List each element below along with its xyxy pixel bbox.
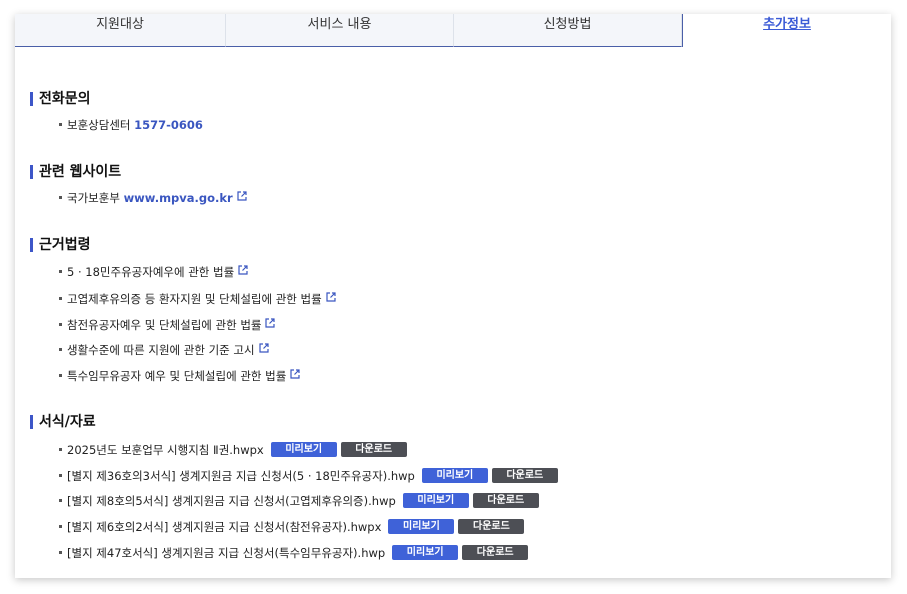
tab-service-content[interactable]: 서비스 내용 — [226, 14, 454, 47]
website-link[interactable]: www.mpva.go.kr — [124, 191, 233, 205]
section-title-forms: 서식/자료 — [30, 413, 96, 431]
external-link-icon[interactable] — [326, 289, 336, 307]
download-button[interactable]: 다운로드 — [472, 493, 539, 508]
bullet — [59, 499, 62, 502]
preview-button[interactable]: 미리보기 — [402, 493, 469, 508]
law-link[interactable]: 5 · 18민주유공자예우에 관한 법률 — [67, 265, 234, 279]
list-item-law[interactable]: 참전유공자예우 및 단체설립에 관한 법률 — [59, 315, 276, 334]
preview-button[interactable]: 미리보기 — [421, 468, 488, 483]
bullet — [59, 374, 62, 377]
list-item-form: [별지 제47호서식] 생계지원금 지급 신청서(특수임무유공자).hwp 미리보… — [59, 544, 529, 562]
external-link-icon[interactable] — [265, 315, 276, 333]
law-link[interactable]: 참전유공자예우 및 단체설립에 관한 법률 — [67, 318, 261, 332]
list-item-phone: 보훈상담센터 1577-0606 — [59, 116, 203, 134]
preview-button[interactable]: 미리보기 — [392, 545, 459, 560]
form-filename: [별지 제36호의3서식] 생계지원금 지급 신청서(5 · 18민주유공자).… — [67, 469, 415, 483]
law-link[interactable]: 고엽제후유의증 등 환자지원 및 단체설립에 관한 법률 — [67, 292, 322, 306]
list-item-form: 2025년도 보훈업무 시행지침 Ⅱ권.hwpx 미리보기 다운로드 — [59, 441, 407, 459]
law-link[interactable]: 특수임무유공자 예우 및 단체설립에 관한 법률 — [67, 369, 286, 383]
bullet — [59, 270, 62, 273]
list-item-form: [별지 제6호의2서식] 생계지원금 지급 신청서(참전유공자).hwpx 미리보… — [59, 518, 525, 536]
form-filename: [별지 제8호의5서식] 생계지원금 지급 신청서(고엽제후유의증).hwp — [67, 494, 396, 508]
law-link[interactable]: 생활수준에 따른 지원에 관한 기준 고시 — [67, 343, 255, 357]
external-link-icon[interactable] — [237, 188, 247, 206]
bullet — [59, 297, 62, 300]
additional-info-panel: 지원대상 서비스 내용 신청방법 추가정보 전화문의 보훈상담센터 1577-0… — [15, 14, 891, 578]
list-item-law[interactable]: 고엽제후유의증 등 환자지원 및 단체설립에 관한 법률 — [59, 290, 336, 308]
item-label: 보훈상담센터 — [67, 118, 131, 132]
download-button[interactable]: 다운로드 — [458, 519, 525, 534]
bullet — [59, 123, 62, 126]
phone-number[interactable]: 1577-0606 — [134, 118, 203, 132]
tab-eligibility[interactable]: 지원대상 — [15, 14, 226, 47]
bullet — [59, 551, 62, 554]
preview-button[interactable]: 미리보기 — [388, 519, 455, 534]
bullet — [59, 525, 62, 528]
section-title-laws: 근거법령 — [30, 236, 91, 254]
form-filename: [별지 제6호의2서식] 생계지원금 지급 신청서(참전유공자).hwpx — [67, 520, 382, 534]
tab-additional-info[interactable]: 추가정보 — [682, 14, 891, 47]
bullet — [59, 474, 62, 477]
form-filename: [별지 제47호서식] 생계지원금 지급 신청서(특수임무유공자).hwp — [67, 546, 386, 560]
preview-button[interactable]: 미리보기 — [270, 442, 337, 457]
tab-bar: 지원대상 서비스 내용 신청방법 추가정보 — [15, 14, 891, 48]
download-button[interactable]: 다운로드 — [462, 545, 529, 560]
list-item-law[interactable]: 생활수준에 따른 지원에 관한 기준 고시 — [59, 341, 269, 359]
list-item-form: [별지 제8호의5서식] 생계지원금 지급 신청서(고엽제후유의증).hwp 미리… — [59, 492, 539, 510]
external-link-icon[interactable] — [258, 340, 269, 358]
bullet — [59, 348, 62, 351]
download-button[interactable]: 다운로드 — [491, 468, 558, 483]
section-title-websites: 관련 웹사이트 — [30, 163, 121, 181]
item-label: 국가보훈부 — [67, 191, 120, 205]
list-item-form: [별지 제36호의3서식] 생계지원금 지급 신청서(5 · 18민주유공자).… — [59, 467, 558, 485]
download-button[interactable]: 다운로드 — [340, 442, 407, 457]
list-item-law[interactable]: 특수임무유공자 예우 및 단체설립에 관한 법률 — [59, 367, 300, 385]
bullet — [59, 323, 62, 326]
external-link-icon[interactable] — [290, 366, 300, 384]
section-title-phone: 전화문의 — [30, 90, 91, 108]
bullet — [59, 448, 62, 451]
bullet — [59, 196, 62, 199]
external-link-icon[interactable] — [238, 262, 248, 280]
tab-application-method[interactable]: 신청방법 — [454, 14, 682, 47]
list-item-law[interactable]: 5 · 18민주유공자예우에 관한 법률 — [59, 263, 248, 281]
list-item-website: 국가보훈부 www.mpva.go.kr — [59, 189, 247, 207]
form-filename: 2025년도 보훈업무 시행지침 Ⅱ권.hwpx — [67, 443, 264, 457]
